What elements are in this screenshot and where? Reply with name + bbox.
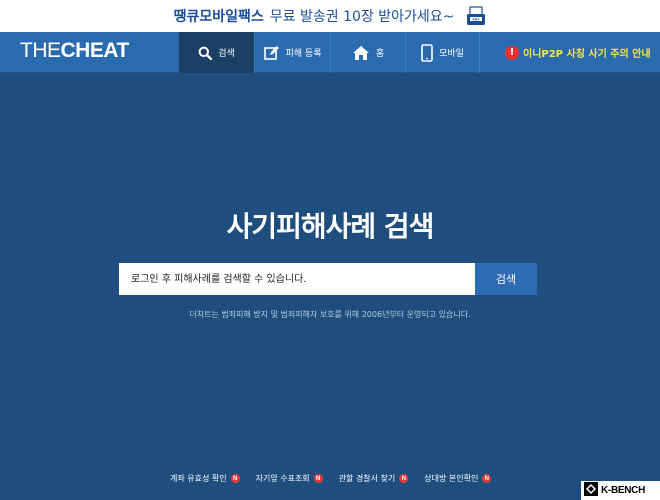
ad-brand-text: 땡큐모바일팩스 (173, 9, 264, 25)
notice-text: 이니P2P 사칭 사기 주의 안내 (523, 49, 651, 60)
logo-text-cheat: CHEAT (60, 39, 130, 62)
alert-icon (505, 45, 519, 60)
mobile-icon (421, 43, 433, 62)
footer-links: 계좌 유효성 확인 N 자기앞 수표조회 N 관할 경찰서 찾기 N 상대방 본… (170, 473, 492, 484)
fax-icon: FAX (466, 6, 486, 26)
footer-link-label: 자기앞 수표조회 (255, 474, 310, 483)
footer-link-label: 관할 경찰서 찾기 (338, 474, 396, 483)
nav-home[interactable]: 홈 (330, 32, 405, 73)
new-badge: N (399, 474, 409, 483)
nav-report-label: 피해 등록 (285, 49, 322, 59)
fax-icon-label: FAX (473, 17, 481, 21)
new-badge: N (313, 474, 323, 483)
new-badge: N (482, 474, 492, 483)
footer-link-identity-check[interactable]: 상대방 본인확인 N (424, 473, 492, 484)
nav-report[interactable]: 피해 등록 (254, 32, 330, 73)
site-description: 더치트는 범죄피해 방지 및 범죄피해자 보호를 위해 2006년부터 운영되고… (189, 310, 471, 319)
ad-offer-text: 무료 발송권 10장 받아가세요~ (269, 9, 455, 25)
nav-home-label: 홈 (375, 49, 385, 59)
kbench-logo-icon (584, 481, 598, 500)
search-icon (198, 46, 213, 60)
footer-link-check-lookup[interactable]: 자기앞 수표조회 N (256, 473, 323, 484)
footer-link-account-check[interactable]: 계좌 유효성 확인 N (170, 473, 240, 484)
watermark-text: K-BENCH (601, 485, 646, 496)
nav-search[interactable]: 검색 (179, 32, 254, 73)
watermark: K-BENCH (581, 481, 660, 500)
footer-link-police-finder[interactable]: 관할 경찰서 찾기 N (339, 473, 409, 484)
ad-banner[interactable]: 땡큐모바일팩스 무료 발송권 10장 받아가세요~ FAX (0, 0, 660, 32)
nav-search-label: 검색 (218, 49, 235, 59)
home-icon (352, 45, 370, 61)
notice-link[interactable]: 이니P2P 사칭 사기 주의 안내 (505, 32, 651, 73)
page-title: 사기피해사례 검색 (226, 210, 435, 243)
site-logo[interactable]: THECHEAT (20, 39, 129, 63)
footer-link-label: 계좌 유효성 확인 (170, 474, 227, 483)
logo-text-the: THE (20, 39, 61, 62)
search-input[interactable] (119, 263, 475, 295)
nav-mobile[interactable]: 모바일 (405, 32, 480, 73)
footer-link-label: 상대방 본인확인 (424, 474, 479, 483)
edit-icon (263, 45, 280, 61)
navbar: THECHEAT 검색 피해 등록 홈 모바일 이니P2P 사칭 사기 주의 안… (0, 32, 660, 73)
search-button[interactable]: 검색 (475, 263, 537, 295)
new-badge: N (230, 474, 240, 483)
nav-mobile-label: 모바일 (439, 49, 464, 59)
